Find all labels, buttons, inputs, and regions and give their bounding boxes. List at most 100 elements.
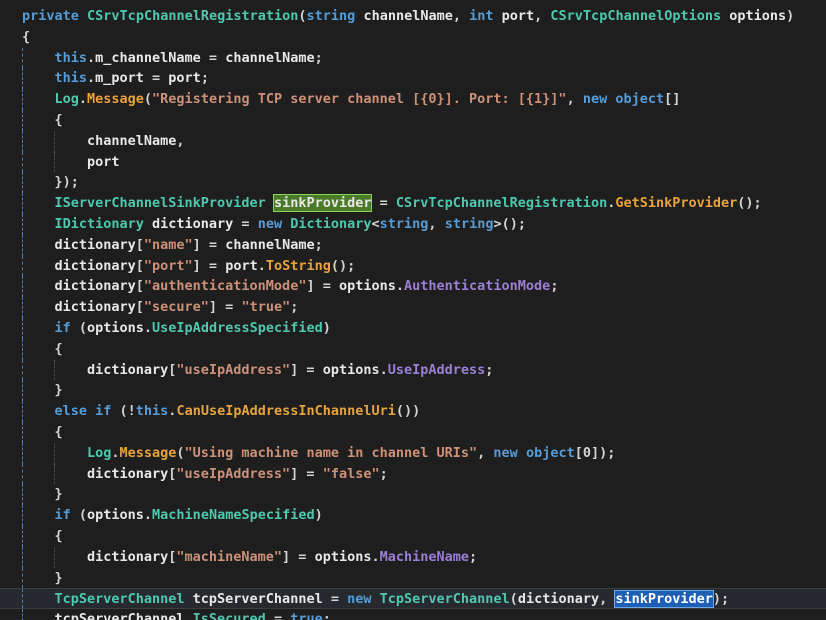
code-line[interactable]: if (options.MachineNameSpecified) (0, 505, 826, 526)
code-token: string (306, 8, 356, 24)
code-token: = (143, 70, 169, 87)
code-token: dictionary (86, 361, 169, 378)
code-token: channelName (225, 49, 315, 66)
code-line[interactable]: channelName, (0, 130, 826, 152)
code-line[interactable]: if (options.UseIpAddressSpecified) (0, 317, 826, 339)
code-token: "true" (241, 299, 291, 316)
code-line[interactable]: this.m_port = port; (0, 68, 826, 90)
code-line[interactable]: port (0, 151, 826, 173)
code-token: ()) (395, 403, 421, 420)
code-token: . (78, 91, 87, 108)
code-line[interactable]: { (0, 338, 826, 360)
code-line-text: tcpServerChannel.IsSecured = true; (22, 609, 330, 620)
code-token: < (371, 215, 380, 232)
code-token: string (379, 215, 429, 232)
code-line[interactable]: this.m_channelName = channelName; (0, 47, 826, 69)
code-token: "machineName" (176, 548, 283, 565)
code-token: int (469, 8, 494, 24)
find-match-highlight[interactable]: sinkProvider (272, 194, 373, 213)
code-line-text: else if (!this.CanUseIpAddressInChannelU… (22, 401, 420, 422)
code-line[interactable]: tcpServerChannel.IsSecured = true; (0, 609, 826, 620)
code-line-text: { (22, 422, 63, 443)
code-token: true (290, 611, 323, 620)
code-token: channelName (363, 8, 453, 24)
code-line-text: Log.Message("Using machine name in chann… (22, 443, 615, 464)
code-line[interactable]: { (0, 109, 826, 131)
code-line-text: Log.Message("Registering TCP server chan… (22, 89, 680, 110)
code-token: options (87, 507, 144, 524)
code-token: m_port (95, 70, 144, 87)
code-line[interactable]: { (0, 525, 826, 547)
code-token: TcpServerChannel (379, 591, 510, 608)
code-token: this (54, 70, 87, 87)
code-token: new (257, 215, 283, 232)
code-token: TcpServerChannel (54, 591, 185, 608)
code-line[interactable]: dictionary["secure"] = "true"; (0, 297, 826, 318)
code-line-text: } (22, 484, 62, 505)
code-token: AuthenticationMode (404, 278, 551, 295)
code-token: if (54, 319, 71, 336)
code-token: if (95, 403, 112, 420)
code-line[interactable]: } (0, 484, 826, 506)
code-line-text: dictionary["secure"] = "true"; (22, 297, 298, 318)
code-token: ] = (290, 465, 323, 482)
code-line[interactable]: else if (!this.CanUseIpAddressInChannelU… (0, 401, 826, 422)
code-line[interactable]: dictionary["port"] = port.ToString(); (0, 255, 826, 277)
code-token: new (347, 591, 372, 608)
code-token: ; (469, 548, 478, 565)
code-token: { (22, 28, 31, 45)
code-line[interactable]: IServerChannelSinkProvider sinkProvider … (0, 193, 826, 214)
code-token: . (395, 278, 405, 295)
code-token: CanUseIpAddressInChannelUri (176, 403, 396, 420)
code-token: this (135, 403, 169, 420)
code-token: port (225, 257, 258, 274)
code-line-text: { (22, 339, 62, 360)
code-line[interactable]: }); (0, 172, 826, 194)
code-line[interactable]: Log.Message("Registering TCP server chan… (0, 89, 826, 110)
code-token: object (525, 444, 575, 461)
code-line[interactable]: private CSrvTcpChannelRegistration(strin… (0, 6, 826, 27)
code-token: dictionary (54, 299, 136, 316)
code-token: CSrvTcpChannelRegistration (87, 8, 299, 24)
code-line[interactable]: { (0, 421, 826, 443)
selected-token-highlight[interactable]: sinkProvider (614, 590, 714, 609)
code-editor[interactable]: private CSrvTcpChannelRegistration ( strin… (0, 0, 826, 620)
code-line[interactable]: dictionary["name"] = channelName; (0, 234, 826, 256)
code-token: ( (143, 91, 153, 108)
code-token: . (257, 257, 266, 274)
code-line[interactable]: dictionary["authenticationMode"] = optio… (0, 276, 826, 298)
code-token: object (615, 91, 665, 108)
code-line[interactable]: { (0, 27, 826, 48)
code-token: = (233, 215, 258, 232)
code-token: GetSinkProvider (615, 195, 738, 212)
code-token: ; (314, 49, 323, 66)
code-line[interactable]: Log.Message("Using machine name in chann… (0, 442, 826, 464)
code-line[interactable]: dictionary["machineName"] = options.Mach… (0, 546, 826, 568)
code-line-text: if (options.UseIpAddressSpecified) (22, 318, 330, 339)
code-token: private (22, 8, 79, 24)
code-line-text: port (22, 152, 120, 173)
code-token: . (86, 70, 96, 87)
code-token: , (452, 8, 470, 24)
code-token: options (338, 278, 396, 295)
code-line[interactable]: TcpServerChannel tcpServerChannel = new … (0, 588, 826, 610)
code-token: , (566, 91, 583, 108)
code-line[interactable]: dictionary["useIpAddress"] = "false"; (0, 463, 826, 485)
code-token: . (379, 361, 388, 378)
code-line-text: { (22, 526, 62, 547)
code-line[interactable]: dictionary["useIpAddress"] = options.Use… (0, 359, 826, 381)
code-content[interactable]: private CSrvTcpChannelRegistration ( strin… (0, 6, 826, 620)
code-line[interactable]: } (0, 380, 826, 402)
code-token: (); (330, 257, 356, 274)
code-line[interactable]: } (0, 567, 826, 589)
code-token: IsSecured (192, 611, 266, 620)
code-token: (! (111, 403, 136, 420)
code-line-text: channelName, (22, 131, 185, 152)
code-token: ] = (208, 299, 242, 316)
code-line-text: }); (22, 172, 78, 193)
code-token: { (54, 423, 63, 440)
code-line[interactable]: IDictionary dictionary = new Dictionary<… (0, 213, 826, 235)
